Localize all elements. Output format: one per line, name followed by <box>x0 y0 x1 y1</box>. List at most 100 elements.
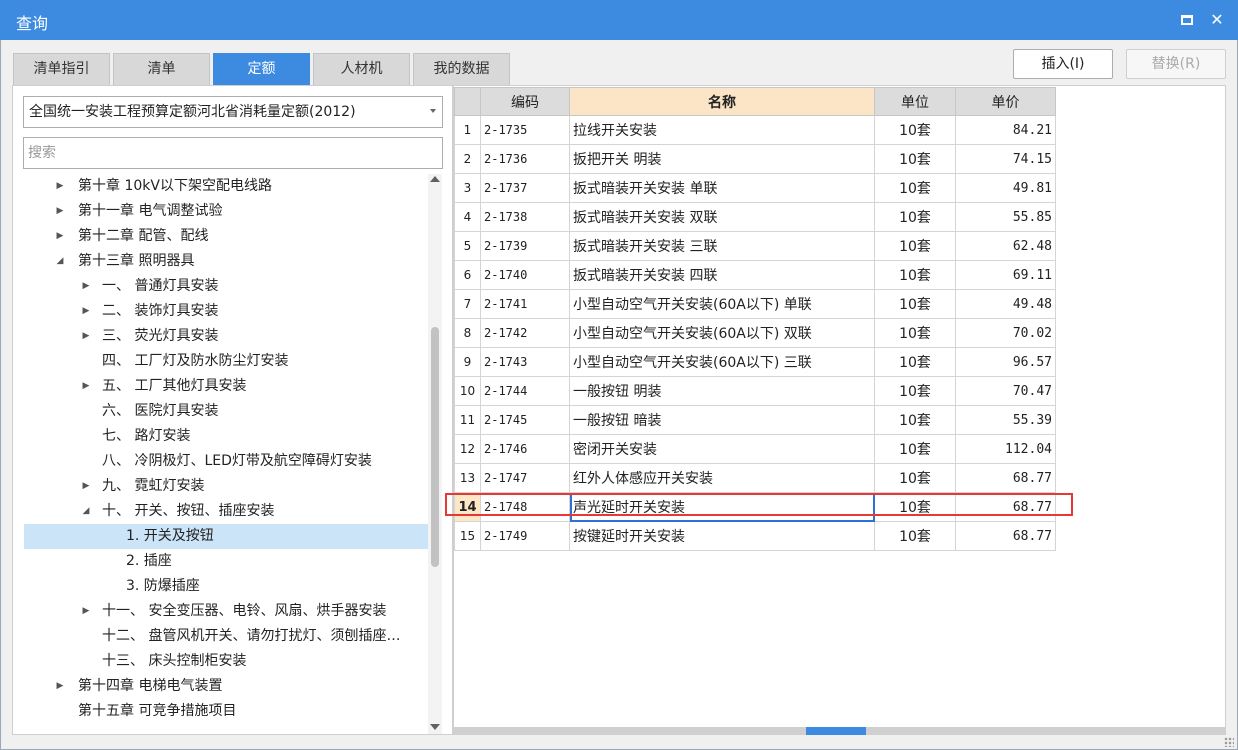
maximize-button[interactable] <box>1176 9 1198 31</box>
expand-arrow-icon[interactable]: ▶ <box>54 224 66 249</box>
header-unit[interactable]: 单位 <box>874 87 956 116</box>
tree-item-selected[interactable]: 1. 开关及按钮 <box>24 524 428 549</box>
search-field[interactable] <box>23 137 443 169</box>
library-select[interactable]: 全国统一安装工程预算定额河北省消耗量定额(2012) <box>23 96 443 128</box>
cell-price[interactable]: 49.81 <box>955 173 1056 203</box>
table-row[interactable]: 6 2-1740 扳式暗装开关安装 四联 10套 69.11 <box>454 260 1056 290</box>
cell-unit[interactable]: 10套 <box>874 347 956 377</box>
tree-item[interactable]: 2. 插座 <box>24 549 428 574</box>
cell-name[interactable]: 扳式暗装开关安装 四联 <box>569 260 875 290</box>
expand-arrow-icon[interactable]: ▶ <box>80 474 92 499</box>
header-price[interactable]: 单价 <box>955 87 1056 116</box>
cell-code[interactable]: 2-1744 <box>480 376 570 406</box>
scroll-up-icon[interactable] <box>430 176 440 182</box>
cell-code[interactable]: 2-1737 <box>480 173 570 203</box>
cell-name[interactable]: 扳把开关 明装 <box>569 144 875 174</box>
table-row[interactable]: 9 2-1743 小型自动空气开关安装(60A以下) 三联 10套 96.57 <box>454 347 1056 377</box>
cell-unit[interactable]: 10套 <box>874 521 956 551</box>
tree-item[interactable]: 四、 工厂灯及防水防尘灯安装 <box>24 349 428 374</box>
cell-name[interactable]: 红外人体感应开关安装 <box>569 463 875 493</box>
tree-item[interactable]: ▶ 九、 霓虹灯安装 <box>24 474 428 499</box>
cell-unit[interactable]: 10套 <box>874 405 956 435</box>
expand-arrow-icon[interactable]: ▶ <box>80 324 92 349</box>
expand-arrow-icon[interactable]: ▶ <box>80 274 92 299</box>
cell-name[interactable]: 拉线开关安装 <box>569 115 875 145</box>
tree-item[interactable]: ▶ 十一、 安全变压器、电铃、风扇、烘手器安装 <box>24 599 428 624</box>
tree-item[interactable]: ▶ 五、 工厂其他灯具安装 <box>24 374 428 399</box>
cell-unit[interactable]: 10套 <box>874 202 956 232</box>
tree-scrollbar[interactable] <box>428 174 442 734</box>
expand-arrow-icon[interactable]: ▶ <box>80 599 92 624</box>
cell-name[interactable]: 小型自动空气开关安装(60A以下) 双联 <box>569 318 875 348</box>
cell-name[interactable]: 扳式暗装开关安装 单联 <box>569 173 875 203</box>
tree-item[interactable]: ▶ 一、 普通灯具安装 <box>24 274 428 299</box>
cell-code[interactable]: 2-1742 <box>480 318 570 348</box>
cell-name[interactable]: 小型自动空气开关安装(60A以下) 三联 <box>569 347 875 377</box>
table-row[interactable]: 10 2-1744 一般按钮 明装 10套 70.47 <box>454 376 1056 406</box>
cell-price[interactable]: 55.39 <box>955 405 1056 435</box>
tree-item[interactable]: ▶ 三、 荧光灯具安装 <box>24 324 428 349</box>
cell-unit[interactable]: 10套 <box>874 492 956 522</box>
cell-name[interactable]: 扳式暗装开关安装 三联 <box>569 231 875 261</box>
cell-code[interactable]: 2-1749 <box>480 521 570 551</box>
cell-price[interactable]: 69.11 <box>955 260 1056 290</box>
tree-item[interactable]: 十三、 床头控制柜安装 <box>24 649 428 674</box>
table-row[interactable]: 12 2-1746 密闭开关安装 10套 112.04 <box>454 434 1056 464</box>
cell-price[interactable]: 74.15 <box>955 144 1056 174</box>
cell-name[interactable]: 小型自动空气开关安装(60A以下) 单联 <box>569 289 875 319</box>
cell-name-focused[interactable]: 声光延时开关安装 <box>569 492 875 522</box>
expand-arrow-icon[interactable]: ▶ <box>80 299 92 324</box>
collapse-arrow-icon[interactable]: ◢ <box>80 499 92 524</box>
header-name[interactable]: 名称 <box>569 87 875 116</box>
table-row[interactable]: 15 2-1749 按键延时开关安装 10套 68.77 <box>454 521 1056 551</box>
cell-price[interactable]: 70.02 <box>955 318 1056 348</box>
splitter-grip[interactable] <box>806 727 866 735</box>
cell-unit[interactable]: 10套 <box>874 144 956 174</box>
replace-button[interactable]: 替换(R) <box>1126 49 1226 79</box>
tree-item[interactable]: 八、 冷阴极灯、LED灯带及航空障碍灯安装 <box>24 449 428 474</box>
tree-item[interactable]: ◢ 十、 开关、按钮、插座安装 <box>24 499 428 524</box>
cell-unit[interactable]: 10套 <box>874 434 956 464</box>
cell-code[interactable]: 2-1747 <box>480 463 570 493</box>
table-row[interactable]: 1 2-1735 拉线开关安装 10套 84.21 <box>454 115 1056 145</box>
cell-unit[interactable]: 10套 <box>874 318 956 348</box>
cell-price[interactable]: 84.21 <box>955 115 1056 145</box>
table-row[interactable]: 11 2-1745 一般按钮 暗装 10套 55.39 <box>454 405 1056 435</box>
expand-arrow-icon[interactable]: ▶ <box>54 674 66 699</box>
cell-code[interactable]: 2-1743 <box>480 347 570 377</box>
resize-grip-icon[interactable] <box>1224 737 1234 747</box>
tab-rencaiji[interactable]: 人材机 <box>313 53 410 85</box>
tree-item[interactable]: 3. 防爆插座 <box>24 574 428 599</box>
cell-code[interactable]: 2-1748 <box>480 492 570 522</box>
cell-name[interactable]: 扳式暗装开关安装 双联 <box>569 202 875 232</box>
table-row[interactable]: 5 2-1739 扳式暗装开关安装 三联 10套 62.48 <box>454 231 1056 261</box>
cell-unit[interactable]: 10套 <box>874 115 956 145</box>
cell-price[interactable]: 68.77 <box>955 463 1056 493</box>
cell-code[interactable]: 2-1741 <box>480 289 570 319</box>
tree-item[interactable]: ▶ 第十章 10kV以下架空配电线路 <box>24 174 428 199</box>
cell-name[interactable]: 一般按钮 明装 <box>569 376 875 406</box>
tab-qingdan-zhiyin[interactable]: 清单指引 <box>13 53 110 85</box>
search-input[interactable] <box>24 138 442 168</box>
expand-arrow-icon[interactable]: ▶ <box>54 174 66 199</box>
cell-price[interactable]: 96.57 <box>955 347 1056 377</box>
cell-price[interactable]: 49.48 <box>955 289 1056 319</box>
insert-button[interactable]: 插入(I) <box>1013 49 1113 79</box>
tree-item[interactable]: 七、 路灯安装 <box>24 424 428 449</box>
tree-item[interactable]: ▶ 第十四章 电梯电气装置 <box>24 674 428 699</box>
horizontal-scrollbar[interactable] <box>454 727 1225 735</box>
cell-unit[interactable]: 10套 <box>874 231 956 261</box>
collapse-arrow-icon[interactable]: ◢ <box>54 249 66 274</box>
cell-code[interactable]: 2-1746 <box>480 434 570 464</box>
table-row[interactable]: 7 2-1741 小型自动空气开关安装(60A以下) 单联 10套 49.48 <box>454 289 1056 319</box>
expand-arrow-icon[interactable]: ▶ <box>80 374 92 399</box>
cell-code[interactable]: 2-1745 <box>480 405 570 435</box>
scrollbar-thumb[interactable] <box>431 327 439 567</box>
table-row[interactable]: 8 2-1742 小型自动空气开关安装(60A以下) 双联 10套 70.02 <box>454 318 1056 348</box>
cell-price[interactable]: 55.85 <box>955 202 1056 232</box>
tab-dinge[interactable]: 定额 <box>213 53 310 85</box>
cell-price[interactable]: 68.77 <box>955 492 1056 522</box>
tree-item[interactable]: ▶ 第十二章 配管、配线 <box>24 224 428 249</box>
table-row[interactable]: 3 2-1737 扳式暗装开关安装 单联 10套 49.81 <box>454 173 1056 203</box>
cell-unit[interactable]: 10套 <box>874 173 956 203</box>
